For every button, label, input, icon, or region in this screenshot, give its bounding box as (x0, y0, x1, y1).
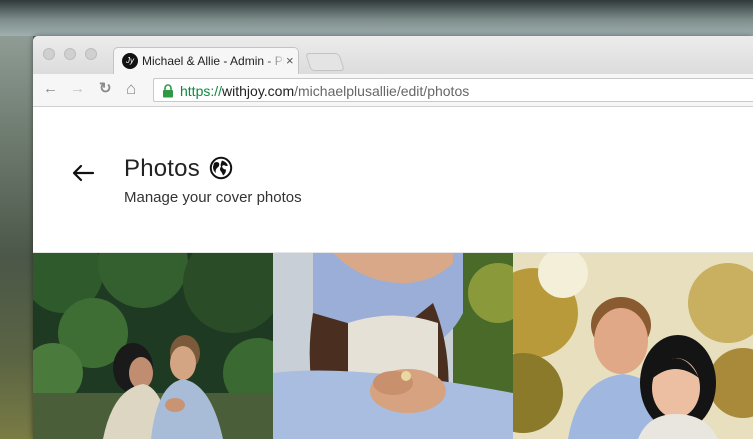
new-tab-button[interactable] (305, 53, 345, 71)
tab-strip: Jy Michael & Allie - Admin - Photos × (33, 36, 753, 75)
withjoy-favicon-icon: Jy (122, 53, 138, 69)
cover-photo-1[interactable] (33, 253, 273, 439)
back-button[interactable]: ← (43, 81, 58, 97)
home-button[interactable]: ⌂ (126, 80, 136, 97)
tab-title-fade (264, 49, 286, 73)
secure-lock-icon (163, 84, 173, 98)
page-subtitle: Manage your cover photos (124, 189, 302, 206)
cover-photo-couple-garden (33, 253, 273, 439)
browser-toolbar: ← → ↻ ⌂ https://withjoy.com/michaelplusa… (33, 74, 753, 107)
address-bar[interactable]: https://withjoy.com/michaelplusallie/edi… (153, 78, 753, 102)
cover-photo-couple-smiling (513, 253, 753, 439)
page-header: Photos Manage your cover photos (33, 107, 753, 253)
reload-button[interactable]: ↻ (99, 81, 112, 97)
globe-icon[interactable] (209, 156, 233, 180)
browser-window: Jy Michael & Allie - Admin - Photos × ← … (33, 36, 753, 439)
cover-photo-embrace-hands (273, 253, 513, 439)
url-path: /michaelplusallie/edit/photos (294, 83, 470, 99)
tab-title: Michael & Allie - Admin - Photos (142, 54, 284, 68)
browser-tab-active[interactable]: Jy Michael & Allie - Admin - Photos × (113, 47, 299, 74)
url-text: https://withjoy.com/michaelplusallie/edi… (180, 83, 469, 99)
desktop-background-left (0, 36, 33, 439)
tab-close-icon[interactable]: × (286, 53, 294, 68)
forward-button[interactable]: → (70, 81, 85, 97)
desktop-background-top (0, 0, 753, 36)
cover-photo-3[interactable] (513, 253, 753, 439)
page-title: Photos (124, 155, 200, 182)
cover-photo-2[interactable] (273, 253, 513, 439)
arrow-left-icon[interactable] (71, 164, 95, 182)
minimize-window-button[interactable] (64, 48, 76, 60)
maximize-window-button[interactable] (85, 48, 97, 60)
url-domain: withjoy.com (222, 83, 295, 99)
close-window-button[interactable] (43, 48, 55, 60)
url-scheme: https:// (180, 83, 223, 99)
